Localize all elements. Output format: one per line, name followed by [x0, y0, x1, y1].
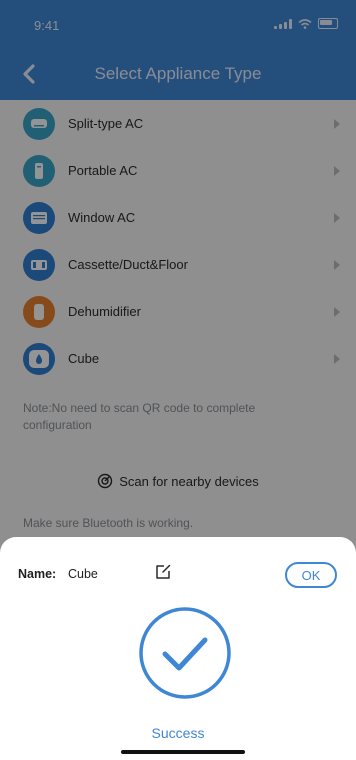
device-name: Cube [68, 567, 98, 581]
name-label: Name: [18, 567, 57, 581]
success-sheet: Name: Cube OK Success [0, 537, 356, 760]
home-indicator [121, 750, 245, 754]
phone-screen: 9:41 Select Appliance Type Split-type AC [0, 0, 356, 760]
checkmark-circle-icon [139, 607, 231, 699]
ok-button[interactable]: OK [285, 562, 337, 588]
edit-icon[interactable] [154, 563, 172, 581]
success-label: Success [151, 725, 205, 741]
